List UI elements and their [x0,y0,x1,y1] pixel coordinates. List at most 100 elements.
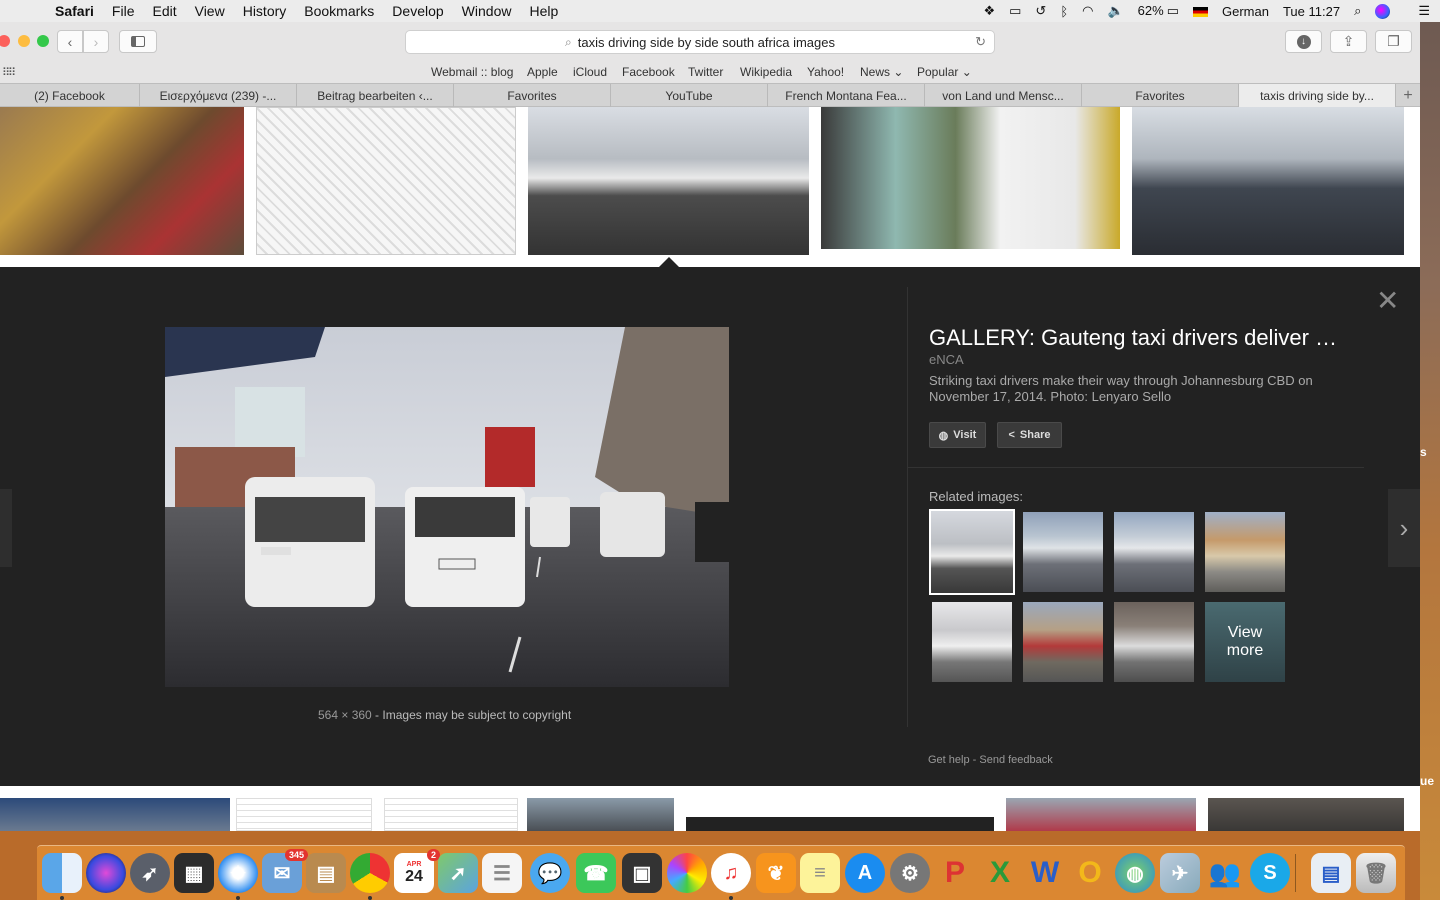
tab-von-land-und-mensch[interactable]: von Land und Mensc... [925,84,1082,107]
fullscreen-window-button[interactable] [37,35,49,47]
new-tab-button[interactable]: + [1396,84,1420,107]
get-help-link[interactable]: Get help [928,754,970,766]
image-source[interactable]: eNCA [929,352,964,367]
messages-icon[interactable]: 💬 [530,853,570,893]
finder-icon[interactable] [42,853,82,893]
notes-icon[interactable]: ≡ [800,853,840,893]
result-image-taxi-dark[interactable] [686,817,994,831]
image-title[interactable]: GALLERY: Gauteng taxi drivers deliver … [929,325,1337,351]
tab-youtube[interactable]: YouTube [611,84,768,107]
favorite-apple[interactable]: Apple [527,65,558,79]
photo-viewer-icon[interactable]: ▣ [622,853,662,893]
document-icon[interactable]: ▤ [1311,853,1351,893]
tab-favorites[interactable]: Favorites [454,84,611,107]
result-image-bus[interactable] [0,798,230,831]
battery-status[interactable]: 62% ▭ [1138,3,1179,19]
close-icon[interactable]: ✕ [1376,287,1399,315]
volume-icon[interactable]: 🔈 [1107,3,1123,19]
menu-develop[interactable]: Develop [392,3,443,19]
notification-center-icon[interactable]: ☰ [1418,3,1430,19]
photos-icon[interactable] [667,853,707,893]
siri-icon[interactable] [1375,3,1404,20]
result-image-red-taxi[interactable] [1006,798,1196,831]
chrome-icon[interactable] [350,853,390,893]
menu-help[interactable]: Help [529,3,558,19]
tab-favorites-2[interactable]: Favorites [1082,84,1239,107]
contacts-icon[interactable]: ▤ [306,853,346,893]
forward-button[interactable]: › [83,30,109,53]
safari-icon[interactable]: ✦ [218,853,258,893]
launchpad-icon[interactable]: ➶ [130,853,170,893]
menu-history[interactable]: History [243,3,287,19]
favorite-yahoo[interactable]: Yahoo! [807,65,844,79]
favorite-webmail[interactable]: Webmail :: blog [431,65,513,79]
mail-icon[interactable]: ✉ 345 [262,849,308,893]
address-bar[interactable]: ⌕ taxis driving side by side south afric… [405,30,995,54]
view-more-button[interactable]: View more [1205,602,1285,682]
menu-edit[interactable]: Edit [152,3,176,19]
favorite-news[interactable]: News ⌄ [860,65,903,79]
input-source[interactable]: German [1192,4,1269,19]
menu-bookmarks[interactable]: Bookmarks [304,3,374,19]
photo-booth-icon[interactable]: ▦ [174,853,214,893]
menu-app-safari[interactable]: Safari [55,3,94,19]
tab-taxis-search[interactable]: taxis driving side by... [1239,84,1396,107]
tab-french-montana[interactable]: French Montana Fea... [768,84,925,107]
skype-icon[interactable]: S [1250,853,1290,893]
related-image[interactable] [1023,602,1103,682]
related-image[interactable] [1114,602,1194,682]
related-image[interactable] [1023,512,1103,592]
favorite-twitter[interactable]: Twitter [688,65,723,79]
facetime-icon[interactable]: ☎ [576,853,616,893]
time-machine-icon[interactable]: ↺ [1035,3,1046,19]
trash-icon[interactable]: 🗑 [1356,853,1396,893]
excel-icon[interactable]: X [980,853,1020,893]
related-image[interactable] [932,602,1012,682]
related-image[interactable] [929,509,1015,595]
close-window-button[interactable] [0,35,10,47]
related-image[interactable] [1114,512,1194,592]
powerpoint-icon[interactable]: P [935,853,975,893]
siri-icon[interactable] [86,853,126,893]
app-store-icon[interactable]: A [845,853,885,893]
tab-overview-button[interactable]: ❐ [1375,30,1412,53]
grid-icon[interactable]: ⠿⠿ [2,66,16,79]
system-preferences-icon[interactable]: ⚙ [890,853,930,893]
visit-button[interactable]: ◍ Visit [929,422,986,448]
network-globe-icon[interactable]: ◍ [1115,853,1155,893]
lync-icon[interactable]: 👥 [1205,853,1245,893]
favorite-icloud[interactable]: iCloud [573,65,607,79]
result-image-table-1[interactable] [236,798,372,831]
result-image-traffic-queue[interactable] [1132,107,1404,255]
itunes-icon[interactable]: ♫ [711,853,751,893]
spotlight-search-icon[interactable]: ⌕ [1354,3,1361,19]
result-image-cartoon[interactable] [256,107,516,255]
menu-window[interactable]: Window [462,3,512,19]
downloads-button[interactable]: ↓ [1285,30,1322,53]
result-image-bridge[interactable] [1208,798,1404,831]
share-button[interactable]: < Share [997,422,1062,448]
favorite-facebook[interactable]: Facebook [622,65,675,79]
previous-image-arrow-icon[interactable] [0,489,12,567]
ibooks-icon[interactable]: ❦ [756,853,796,893]
menu-view[interactable]: View [195,3,225,19]
reload-icon[interactable]: ↻ [975,34,986,50]
reminders-icon[interactable]: ☰ [482,853,522,893]
calendar-icon[interactable]: APR 24 2 [394,849,440,893]
remote-desktop-icon[interactable]: ✈ [1160,853,1200,893]
tab-beitrag-bearbeiten[interactable]: Beitrag bearbeiten ‹... [297,84,454,107]
result-image-taxi-passengers[interactable] [821,107,1120,249]
favorite-popular[interactable]: Popular ⌄ [917,65,972,79]
bluetooth-icon[interactable]: ᛒ [1060,4,1068,19]
maps-icon[interactable]: ➚ [438,853,478,893]
menu-file[interactable]: File [112,3,135,19]
preview-image[interactable] [165,327,729,687]
clock[interactable]: Tue 11:27 [1283,4,1340,19]
tab-inbox[interactable]: Εισερχόμενα (239) -... [140,84,297,107]
send-feedback-link[interactable]: Send feedback [979,754,1052,766]
tab-facebook[interactable]: (2) Facebook [0,84,140,107]
wifi-icon[interactable]: ◠ [1082,3,1093,19]
result-image-taxi-highway[interactable] [528,107,809,255]
dropbox-icon[interactable]: ❖ [983,3,995,19]
result-image-street[interactable] [527,798,674,831]
